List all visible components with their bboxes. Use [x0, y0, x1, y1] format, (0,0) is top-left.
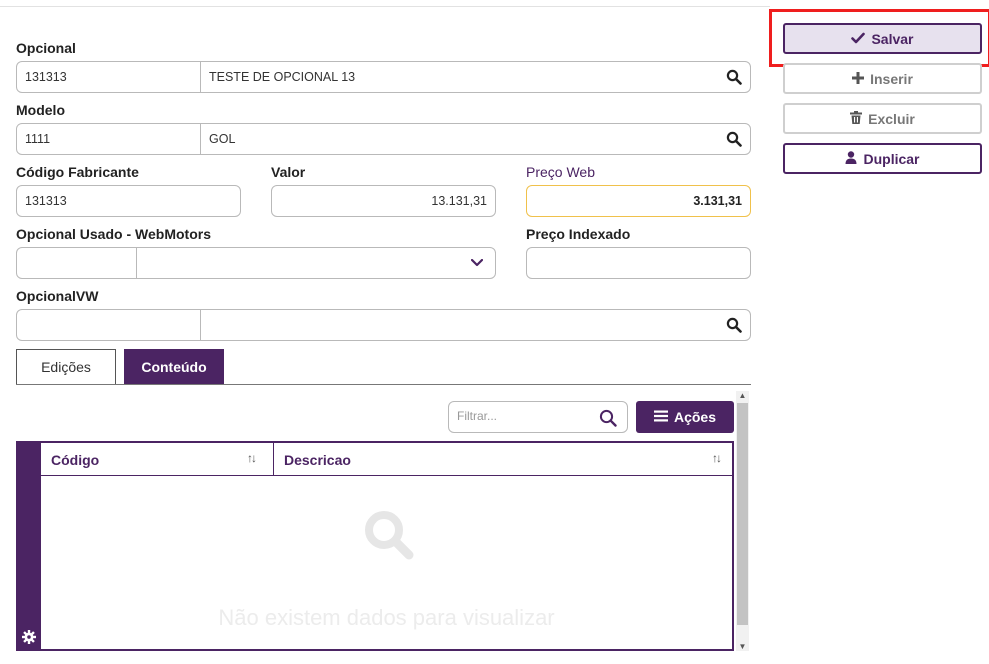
- opcional-vw-code[interactable]: [17, 310, 200, 340]
- search-icon[interactable]: [726, 62, 742, 92]
- user-icon: [845, 150, 857, 167]
- inserir-button[interactable]: Inserir: [783, 63, 982, 94]
- opcional-usado-selected[interactable]: [136, 248, 465, 278]
- excluir-button[interactable]: Excluir: [783, 103, 982, 134]
- preco-indexado-label: Preço Indexado: [526, 226, 631, 242]
- empty-search-icon: [363, 509, 415, 564]
- duplicar-label: Duplicar: [863, 150, 920, 167]
- plus-icon: [852, 71, 865, 87]
- modelo-label: Modelo: [16, 102, 65, 118]
- scroll-down-arrow[interactable]: ▼: [736, 642, 749, 651]
- scroll-thumb[interactable]: [737, 403, 748, 625]
- search-icon[interactable]: [599, 409, 617, 430]
- acoes-label: Ações: [673, 409, 717, 425]
- menu-icon: [653, 409, 668, 425]
- codigo-fabricante-value: 131313: [25, 194, 67, 208]
- search-icon[interactable]: [726, 310, 742, 340]
- gear-icon[interactable]: [22, 630, 36, 647]
- duplicar-button[interactable]: Duplicar: [783, 143, 982, 174]
- valor-value: 13.131,31: [431, 194, 487, 208]
- grid-filter[interactable]: [448, 401, 628, 433]
- codigo-fabricante-label: Código Fabricante: [16, 164, 139, 180]
- column-codigo-label: Código: [51, 451, 100, 468]
- sort-icon[interactable]: ↑↓: [712, 451, 722, 465]
- tab-divider: [16, 384, 751, 385]
- column-descricao-label: Descricao: [284, 451, 351, 468]
- tab-conteudo[interactable]: Conteúdo: [124, 349, 224, 384]
- sort-icon[interactable]: ↑↓: [247, 451, 257, 465]
- scroll-up-arrow[interactable]: ▲: [736, 391, 749, 400]
- column-header-descricao[interactable]: Descricao ↑↓: [273, 443, 732, 476]
- modelo-lookup[interactable]: 1111 GOL: [16, 123, 751, 155]
- vertical-scrollbar[interactable]: ▲ ▼: [736, 391, 749, 651]
- trash-icon: [850, 110, 863, 127]
- modelo-description[interactable]: GOL: [200, 124, 710, 154]
- opcional-vw-lookup[interactable]: [16, 309, 751, 341]
- opcional-code[interactable]: 131313: [17, 62, 200, 92]
- acoes-button[interactable]: Ações: [636, 401, 734, 433]
- salvar-button[interactable]: Salvar: [783, 23, 982, 54]
- opcional-usado-select[interactable]: [16, 247, 496, 279]
- opcional-usado-code[interactable]: [17, 248, 136, 278]
- valor-field[interactable]: 13.131,31: [271, 185, 496, 217]
- top-divider: [0, 6, 770, 7]
- preco-web-field[interactable]: 3.131,31: [526, 185, 751, 217]
- chevron-down-icon[interactable]: [471, 248, 483, 278]
- opcional-vw-description[interactable]: [200, 310, 710, 340]
- preco-web-value: 3.131,31: [693, 194, 742, 208]
- column-header-codigo[interactable]: Código ↑↓: [41, 443, 273, 476]
- grid-side-bar: [18, 443, 41, 649]
- opcional-usado-label: Opcional Usado - WebMotors: [16, 226, 211, 242]
- preco-web-label: Preço Web: [526, 164, 595, 180]
- grid-header: Código ↑↓ Descricao ↑↓: [41, 443, 732, 476]
- inserir-label: Inserir: [870, 70, 913, 87]
- codigo-fabricante-field[interactable]: 131313: [16, 185, 241, 217]
- preco-indexado-field[interactable]: [526, 247, 751, 279]
- filter-input[interactable]: [457, 409, 587, 423]
- modelo-code[interactable]: 1111: [17, 124, 200, 154]
- tab-edicoes[interactable]: Edições: [16, 349, 116, 384]
- valor-label: Valor: [271, 164, 306, 180]
- salvar-label: Salvar: [871, 30, 914, 47]
- opcional-label: Opcional: [16, 40, 76, 56]
- check-icon: [851, 31, 866, 47]
- opcional-vw-label: OpcionalVW: [16, 288, 99, 304]
- opcional-lookup[interactable]: 131313 TESTE DE OPCIONAL 13: [16, 61, 751, 93]
- opcional-description[interactable]: TESTE DE OPCIONAL 13: [200, 62, 710, 92]
- excluir-label: Excluir: [868, 110, 915, 127]
- search-icon[interactable]: [726, 124, 742, 154]
- data-grid: Código ↑↓ Descricao ↑↓ Não existem dados…: [16, 441, 734, 651]
- empty-message: Não existem dados para visualizar: [218, 605, 555, 630]
